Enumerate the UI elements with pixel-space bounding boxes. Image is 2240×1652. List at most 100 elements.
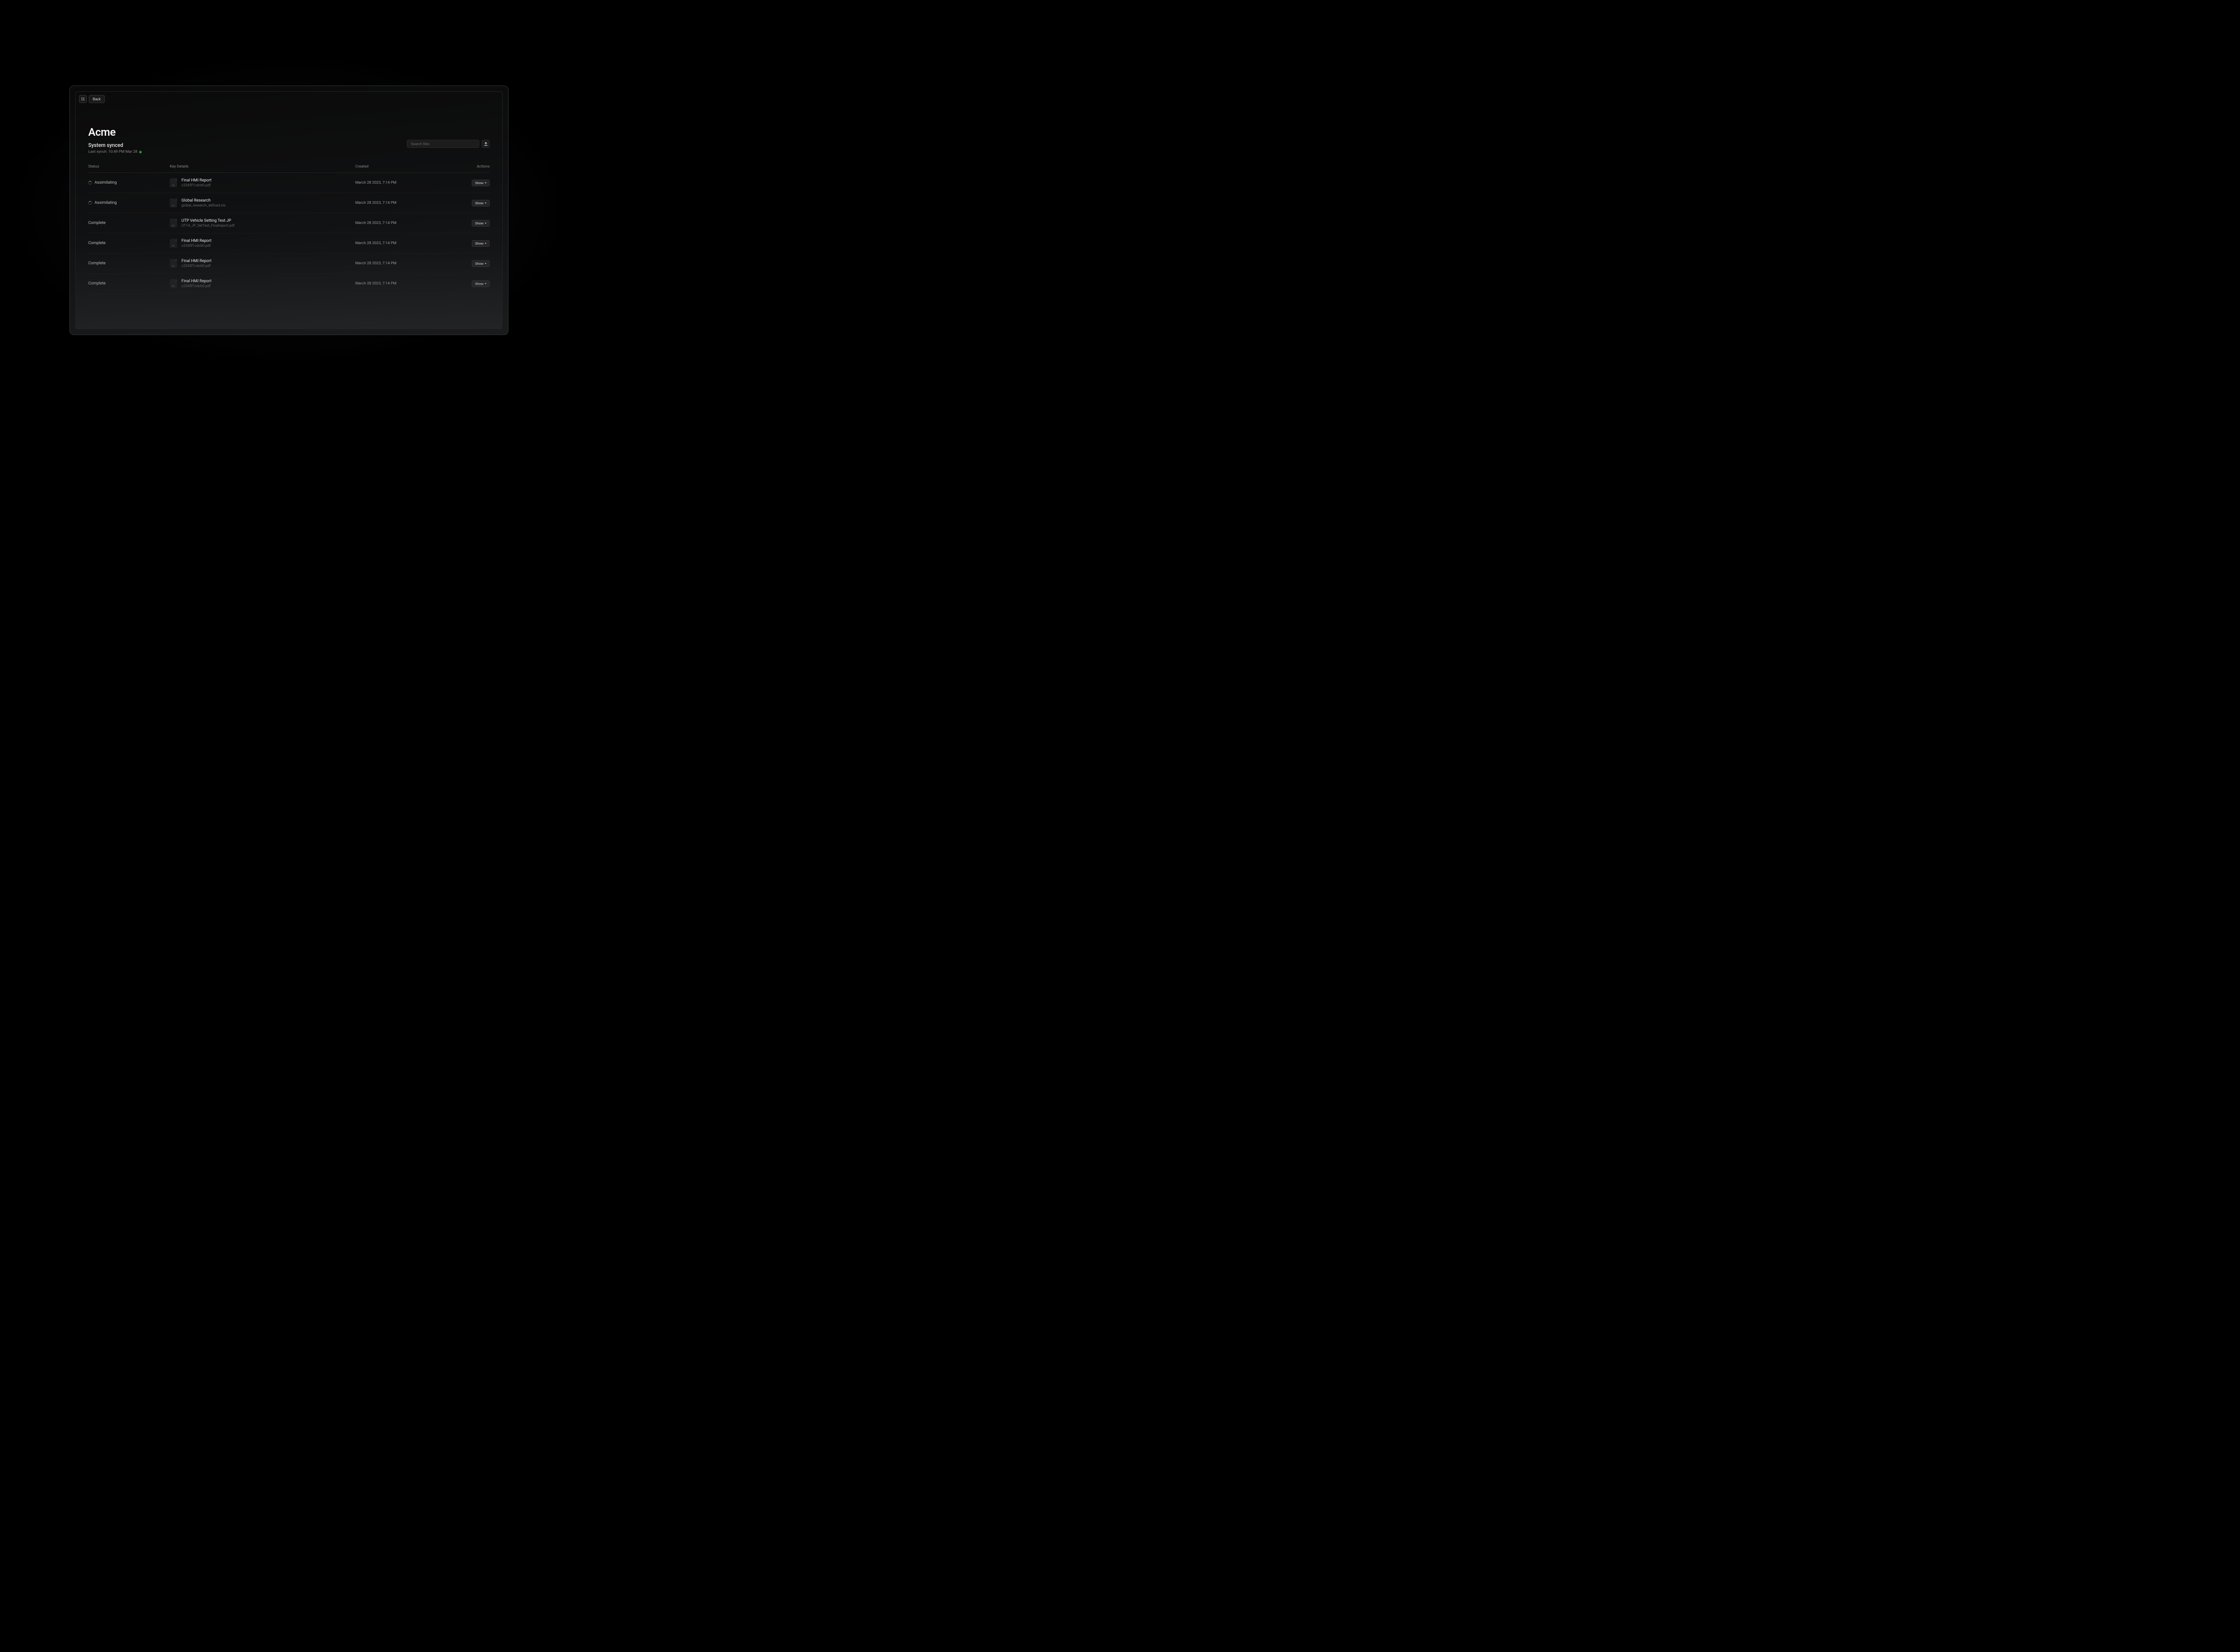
- actions-cell: Show: [454, 260, 490, 267]
- status-cell: Complete: [88, 241, 170, 245]
- details-cell: PDF Final HMI Reportc2345f1cdcb0.pdf: [170, 279, 355, 288]
- file-subname: c2345f1cdcb0.pdf: [181, 183, 211, 187]
- back-button[interactable]: Back: [89, 95, 105, 103]
- status-label: Complete: [88, 261, 106, 266]
- file-meta: Final HMI Reportc2345f1cdcb0.pdf: [181, 239, 211, 248]
- file-table: Status Key Details Created Actions Assim…: [88, 164, 490, 294]
- show-button[interactable]: Show: [472, 220, 490, 227]
- sync-time-row: Last synch: 10:49 PM Mar 28: [88, 150, 142, 154]
- file-icon: PDF: [170, 259, 177, 268]
- chevron-down-icon: [485, 263, 487, 264]
- file-icon: PDF: [170, 219, 177, 228]
- spinner-icon: [88, 201, 92, 205]
- file-name: Final HMI Report: [181, 239, 211, 243]
- page-title: Acme: [88, 126, 142, 138]
- table-body: AssimilatingPDFFinal HMI Reportc2345f1cd…: [88, 173, 490, 294]
- file-icon: PDF: [170, 239, 177, 248]
- table-header: Status Key Details Created Actions: [88, 164, 490, 173]
- created-cell: March 28 2023, 7:14 PM: [355, 221, 454, 225]
- status-label: Complete: [88, 241, 106, 245]
- show-button[interactable]: Show: [472, 200, 490, 206]
- file-name: Final HMI Report: [181, 178, 211, 183]
- column-header-actions: Actions: [454, 164, 490, 169]
- file-name: Final HMI Report: [181, 279, 211, 284]
- chevron-down-icon: [485, 223, 487, 224]
- chevron-down-icon: [485, 243, 487, 244]
- status-label: Assimilating: [95, 181, 117, 185]
- file-meta: Final HMI Reportc2345f1cdcb0.pdf: [181, 259, 211, 268]
- created-cell: March 28 2023, 7:14 PM: [355, 261, 454, 266]
- file-meta: Final HMI Reportc2345f1cdcb0.pdf: [181, 178, 211, 187]
- details-cell: PDF Final HMI Reportc2345f1cdcb0.pdf: [170, 178, 355, 187]
- file-name: UTP Vehicle Setting Test JP: [181, 219, 235, 223]
- file-name: Final HMI Report: [181, 259, 211, 263]
- show-button-label: Show: [475, 241, 483, 245]
- created-cell: March 28 2023, 7:14 PM: [355, 201, 454, 205]
- status-cell: Assimilating: [88, 181, 170, 185]
- table-row: Complete PDF UTP Vehicle Setting Test JPUT…: [88, 213, 490, 233]
- table-row: Complete PDF Final HMI Reportc2345f1cdcb0.…: [88, 233, 490, 254]
- show-button-label: Show: [475, 262, 483, 266]
- file-name: Global Research: [181, 198, 225, 203]
- status-label: Assimilating: [95, 201, 117, 205]
- file-subname: UT14_JP_SetTest_Finalreport.pdf: [181, 224, 235, 228]
- actions-cell: Show: [454, 200, 490, 206]
- sync-status: System synced: [88, 142, 142, 148]
- file-icon: PDF: [170, 279, 177, 288]
- chevron-down-icon: [485, 182, 487, 184]
- status-label: Complete: [88, 281, 106, 286]
- created-cell: March 28 2023, 7:14 PM: [355, 241, 454, 245]
- app-panel: Back Acme System synced Last synch: 10:4…: [69, 86, 508, 335]
- page-header: Acme System synced Last synch: 10:49 PM …: [88, 126, 142, 154]
- upload-button[interactable]: [482, 140, 490, 148]
- chevron-down-icon: [485, 283, 487, 284]
- show-button-label: Show: [475, 181, 483, 185]
- status-cell: Complete: [88, 261, 170, 266]
- file-subname: global_research_defined.xls: [181, 203, 225, 207]
- status-label: Complete: [88, 221, 106, 225]
- table-row: Assimilating PDF Final HMI Reportc2345f1cd…: [88, 173, 490, 193]
- file-subname: c2345f1cdcb0.pdf: [181, 284, 211, 288]
- actions-cell: Show: [454, 240, 490, 247]
- column-header-details: Key Details: [170, 164, 355, 169]
- details-cell: PDF Final HMI Reportc2345f1cdcb0.pdf: [170, 259, 355, 268]
- file-meta: Global Researchglobal_research_defined.x…: [181, 198, 225, 207]
- status-cell: Complete: [88, 221, 170, 225]
- column-header-created: Created: [355, 164, 454, 169]
- details-cell: PDF UTP Vehicle Setting Test JPUT14_JP_Se…: [170, 219, 355, 228]
- file-icon: XLS: [170, 198, 177, 207]
- spinner-icon: [88, 181, 92, 185]
- file-meta: UTP Vehicle Setting Test JPUT14_JP_SetTe…: [181, 219, 235, 228]
- details-cell: XLS Global Researchglobal_research_define…: [170, 198, 355, 207]
- table-row: Assimilating XLS Global Researchglobal_res…: [88, 193, 490, 213]
- show-button[interactable]: Show: [472, 240, 490, 247]
- panel-inner: Back Acme System synced Last synch: 10:4…: [75, 91, 503, 329]
- actions-cell: Show: [454, 220, 490, 227]
- apps-grid-button[interactable]: [79, 95, 87, 103]
- column-header-status: Status: [88, 164, 170, 169]
- show-button-label: Show: [475, 282, 483, 286]
- created-cell: March 28 2023, 7:14 PM: [355, 281, 454, 286]
- table-row: Complete PDF Final HMI Reportc2345f1cdcb0.…: [88, 254, 490, 274]
- actions-cell: Show: [454, 180, 490, 186]
- actions-cell: Show: [454, 280, 490, 287]
- show-button[interactable]: Show: [472, 280, 490, 287]
- show-button[interactable]: Show: [472, 180, 490, 186]
- header-actions: [407, 140, 490, 148]
- table-row: Complete PDF Final HMI Reportc2345f1cdcb0.…: [88, 274, 490, 294]
- top-nav: Back: [79, 95, 105, 103]
- file-icon: PDF: [170, 178, 177, 187]
- file-subname: c2345f1cdcb0.pdf: [181, 244, 211, 248]
- sync-time-label: Last synch: 10:49 PM Mar 28: [88, 150, 138, 154]
- show-button-label: Show: [475, 221, 483, 225]
- status-indicator-dot: [139, 151, 142, 153]
- file-meta: Final HMI Reportc2345f1cdcb0.pdf: [181, 279, 211, 288]
- details-cell: PDF Final HMI Reportc2345f1cdcb0.pdf: [170, 239, 355, 248]
- show-button[interactable]: Show: [472, 260, 490, 267]
- show-button-label: Show: [475, 201, 483, 205]
- status-cell: Complete: [88, 281, 170, 286]
- upload-icon: [484, 142, 488, 146]
- status-cell: Assimilating: [88, 201, 170, 205]
- search-input[interactable]: [407, 140, 479, 148]
- file-subname: c2345f1cdcb0.pdf: [181, 264, 211, 268]
